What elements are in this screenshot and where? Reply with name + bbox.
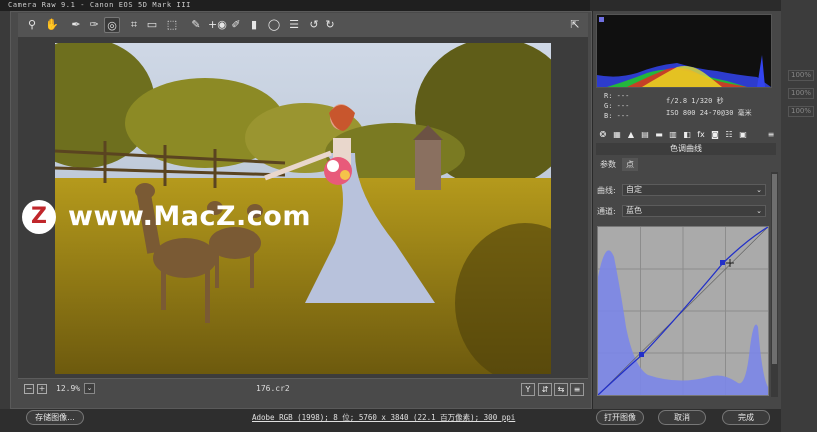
chevron-down-icon: ⌄ bbox=[756, 207, 762, 215]
curve-dropdown[interactable]: 自定 ⌄ bbox=[622, 184, 766, 196]
exposure-info: f/2.8 1/320 秒 bbox=[666, 97, 724, 105]
panel-title: 色调曲线 bbox=[596, 143, 776, 155]
zoom-out-button[interactable]: − bbox=[24, 384, 34, 394]
readout-b: B: --- bbox=[604, 112, 630, 120]
detail-panel-icon[interactable]: ▲ bbox=[626, 129, 636, 140]
chevron-down-icon: ⌄ bbox=[756, 186, 762, 194]
preferences-icon[interactable]: ☰ bbox=[286, 17, 302, 33]
bottom-bar: 存储图像... Adobe RGB (1998); 8 位; 5760 x 38… bbox=[0, 409, 817, 432]
watermark-logo: Z bbox=[22, 200, 56, 234]
white-balance-tool-icon[interactable]: ✒ bbox=[68, 17, 84, 33]
targeted-adjustment-tool-icon[interactable]: ◎ bbox=[104, 17, 120, 33]
swap-settings-button[interactable]: ⇆ bbox=[554, 383, 568, 396]
graduated-filter-icon[interactable]: ▮ bbox=[246, 17, 262, 33]
readout-r: R: --- bbox=[604, 92, 630, 100]
zoom-in-button[interactable]: + bbox=[37, 384, 47, 394]
scrollbar-thumb[interactable] bbox=[772, 174, 777, 364]
histogram bbox=[596, 14, 772, 88]
left-edge bbox=[0, 11, 10, 421]
panel-scrollbar[interactable] bbox=[771, 172, 778, 397]
watermark: Z www.MacZ.com bbox=[22, 200, 362, 234]
zoom-level: 12.9% bbox=[56, 384, 81, 393]
toolbar: ⇱ ⚲ ✋ ✒ ✑ ◎ ⌗ ▭ ⬚ ✎ +◉ ✐ ▮ ◯ ☰ ↺ ↻ bbox=[18, 13, 588, 37]
radial-filter-icon[interactable]: ◯ bbox=[266, 17, 282, 33]
rotate-ccw-icon[interactable]: ↺ bbox=[306, 17, 322, 33]
status-bar: − + 12.9% ⌄ 176.cr2 Y ⇵ ⇆ ≡ bbox=[18, 378, 588, 400]
camera-calibration-icon[interactable]: ◙ bbox=[710, 129, 720, 140]
side-percent-2: 100% bbox=[788, 88, 814, 99]
tone-curve-panel-icon[interactable]: ▦ bbox=[612, 129, 622, 140]
readout-g: G: --- bbox=[604, 102, 630, 110]
fullscreen-icon[interactable]: ⇱ bbox=[567, 17, 583, 33]
panel-menu-icon[interactable]: ≡ bbox=[766, 129, 776, 140]
file-name: 176.cr2 bbox=[256, 384, 290, 393]
curve-tabs: 参数 点 bbox=[596, 158, 776, 171]
snapshots-panel-icon[interactable]: ▣ bbox=[738, 129, 748, 140]
channel-label: 通道: bbox=[597, 207, 616, 216]
tab-parametric[interactable]: 参数 bbox=[596, 158, 620, 171]
window-title: Camera Raw 9.1 - Canon EOS 5D Mark III bbox=[8, 1, 191, 9]
zoom-tool-icon[interactable]: ⚲ bbox=[24, 17, 40, 33]
fx-panel-icon[interactable]: fx bbox=[696, 129, 706, 140]
curve-label: 曲线: bbox=[597, 186, 616, 195]
crop-tool-icon[interactable]: ⌗ bbox=[126, 17, 142, 33]
lens-panel-icon[interactable]: ▥ bbox=[668, 129, 678, 140]
done-button[interactable]: 完成 bbox=[722, 410, 770, 425]
straighten-tool-icon[interactable]: ▭ bbox=[144, 17, 160, 33]
rotate-cw-icon[interactable]: ↻ bbox=[322, 17, 338, 33]
channel-dropdown[interactable]: 蓝色 ⌄ bbox=[622, 205, 766, 217]
adjustment-brush-icon[interactable]: ✐ bbox=[228, 17, 244, 33]
effects-panel-icon[interactable]: ◧ bbox=[682, 129, 692, 140]
watermark-text: www.MacZ.com bbox=[68, 201, 311, 232]
before-after-button[interactable]: ⇵ bbox=[538, 383, 552, 396]
tab-point[interactable]: 点 bbox=[622, 158, 638, 171]
title-bar: Camera Raw 9.1 - Canon EOS 5D Mark III bbox=[0, 0, 590, 11]
open-image-button[interactable]: 打开图像 bbox=[596, 410, 644, 425]
channel-value: 蓝色 bbox=[626, 206, 642, 215]
crosshair-cursor-icon bbox=[726, 259, 734, 267]
iso-lens-info: ISO 800 24-70@30 毫米 bbox=[666, 109, 752, 117]
split-toning-panel-icon[interactable]: ▬ bbox=[654, 129, 664, 140]
color-sampler-tool-icon[interactable]: ✑ bbox=[86, 17, 102, 33]
side-percent-1: 100% bbox=[788, 70, 814, 81]
hand-tool-icon[interactable]: ✋ bbox=[44, 17, 60, 33]
hsl-panel-icon[interactable]: ▤ bbox=[640, 129, 650, 140]
readout-panel: R: --- G: --- B: --- f/2.8 1/320 秒 ISO 8… bbox=[600, 92, 770, 126]
curve-editor[interactable] bbox=[597, 226, 769, 396]
save-image-button[interactable]: 存储图像... bbox=[26, 410, 84, 425]
cancel-button[interactable]: 取消 bbox=[658, 410, 706, 425]
transform-tool-icon[interactable]: ⬚ bbox=[164, 17, 180, 33]
basic-panel-icon[interactable]: ❂ bbox=[598, 129, 608, 140]
red-eye-tool-icon[interactable]: +◉ bbox=[208, 17, 227, 33]
workflow-options-link[interactable]: Adobe RGB (1998); 8 位; 5760 x 3840 (22.1… bbox=[252, 412, 515, 423]
zoom-dropdown[interactable]: ⌄ bbox=[84, 383, 95, 394]
panel-tabs-icons: ≡ ❂ ▦ ▲ ▤ ▬ ▥ ◧ fx ◙ ☷ ▣ bbox=[596, 128, 776, 142]
presets-panel-icon[interactable]: ☷ bbox=[724, 129, 734, 140]
right-side-panel: 100% 100% 100% bbox=[781, 0, 817, 432]
curve-value: 自定 bbox=[626, 185, 642, 194]
view-settings-button[interactable]: ≡ bbox=[570, 383, 584, 396]
spot-removal-tool-icon[interactable]: ✎ bbox=[188, 17, 204, 33]
view-y-button[interactable]: Y bbox=[521, 383, 535, 396]
side-percent-3: 100% bbox=[788, 106, 814, 117]
